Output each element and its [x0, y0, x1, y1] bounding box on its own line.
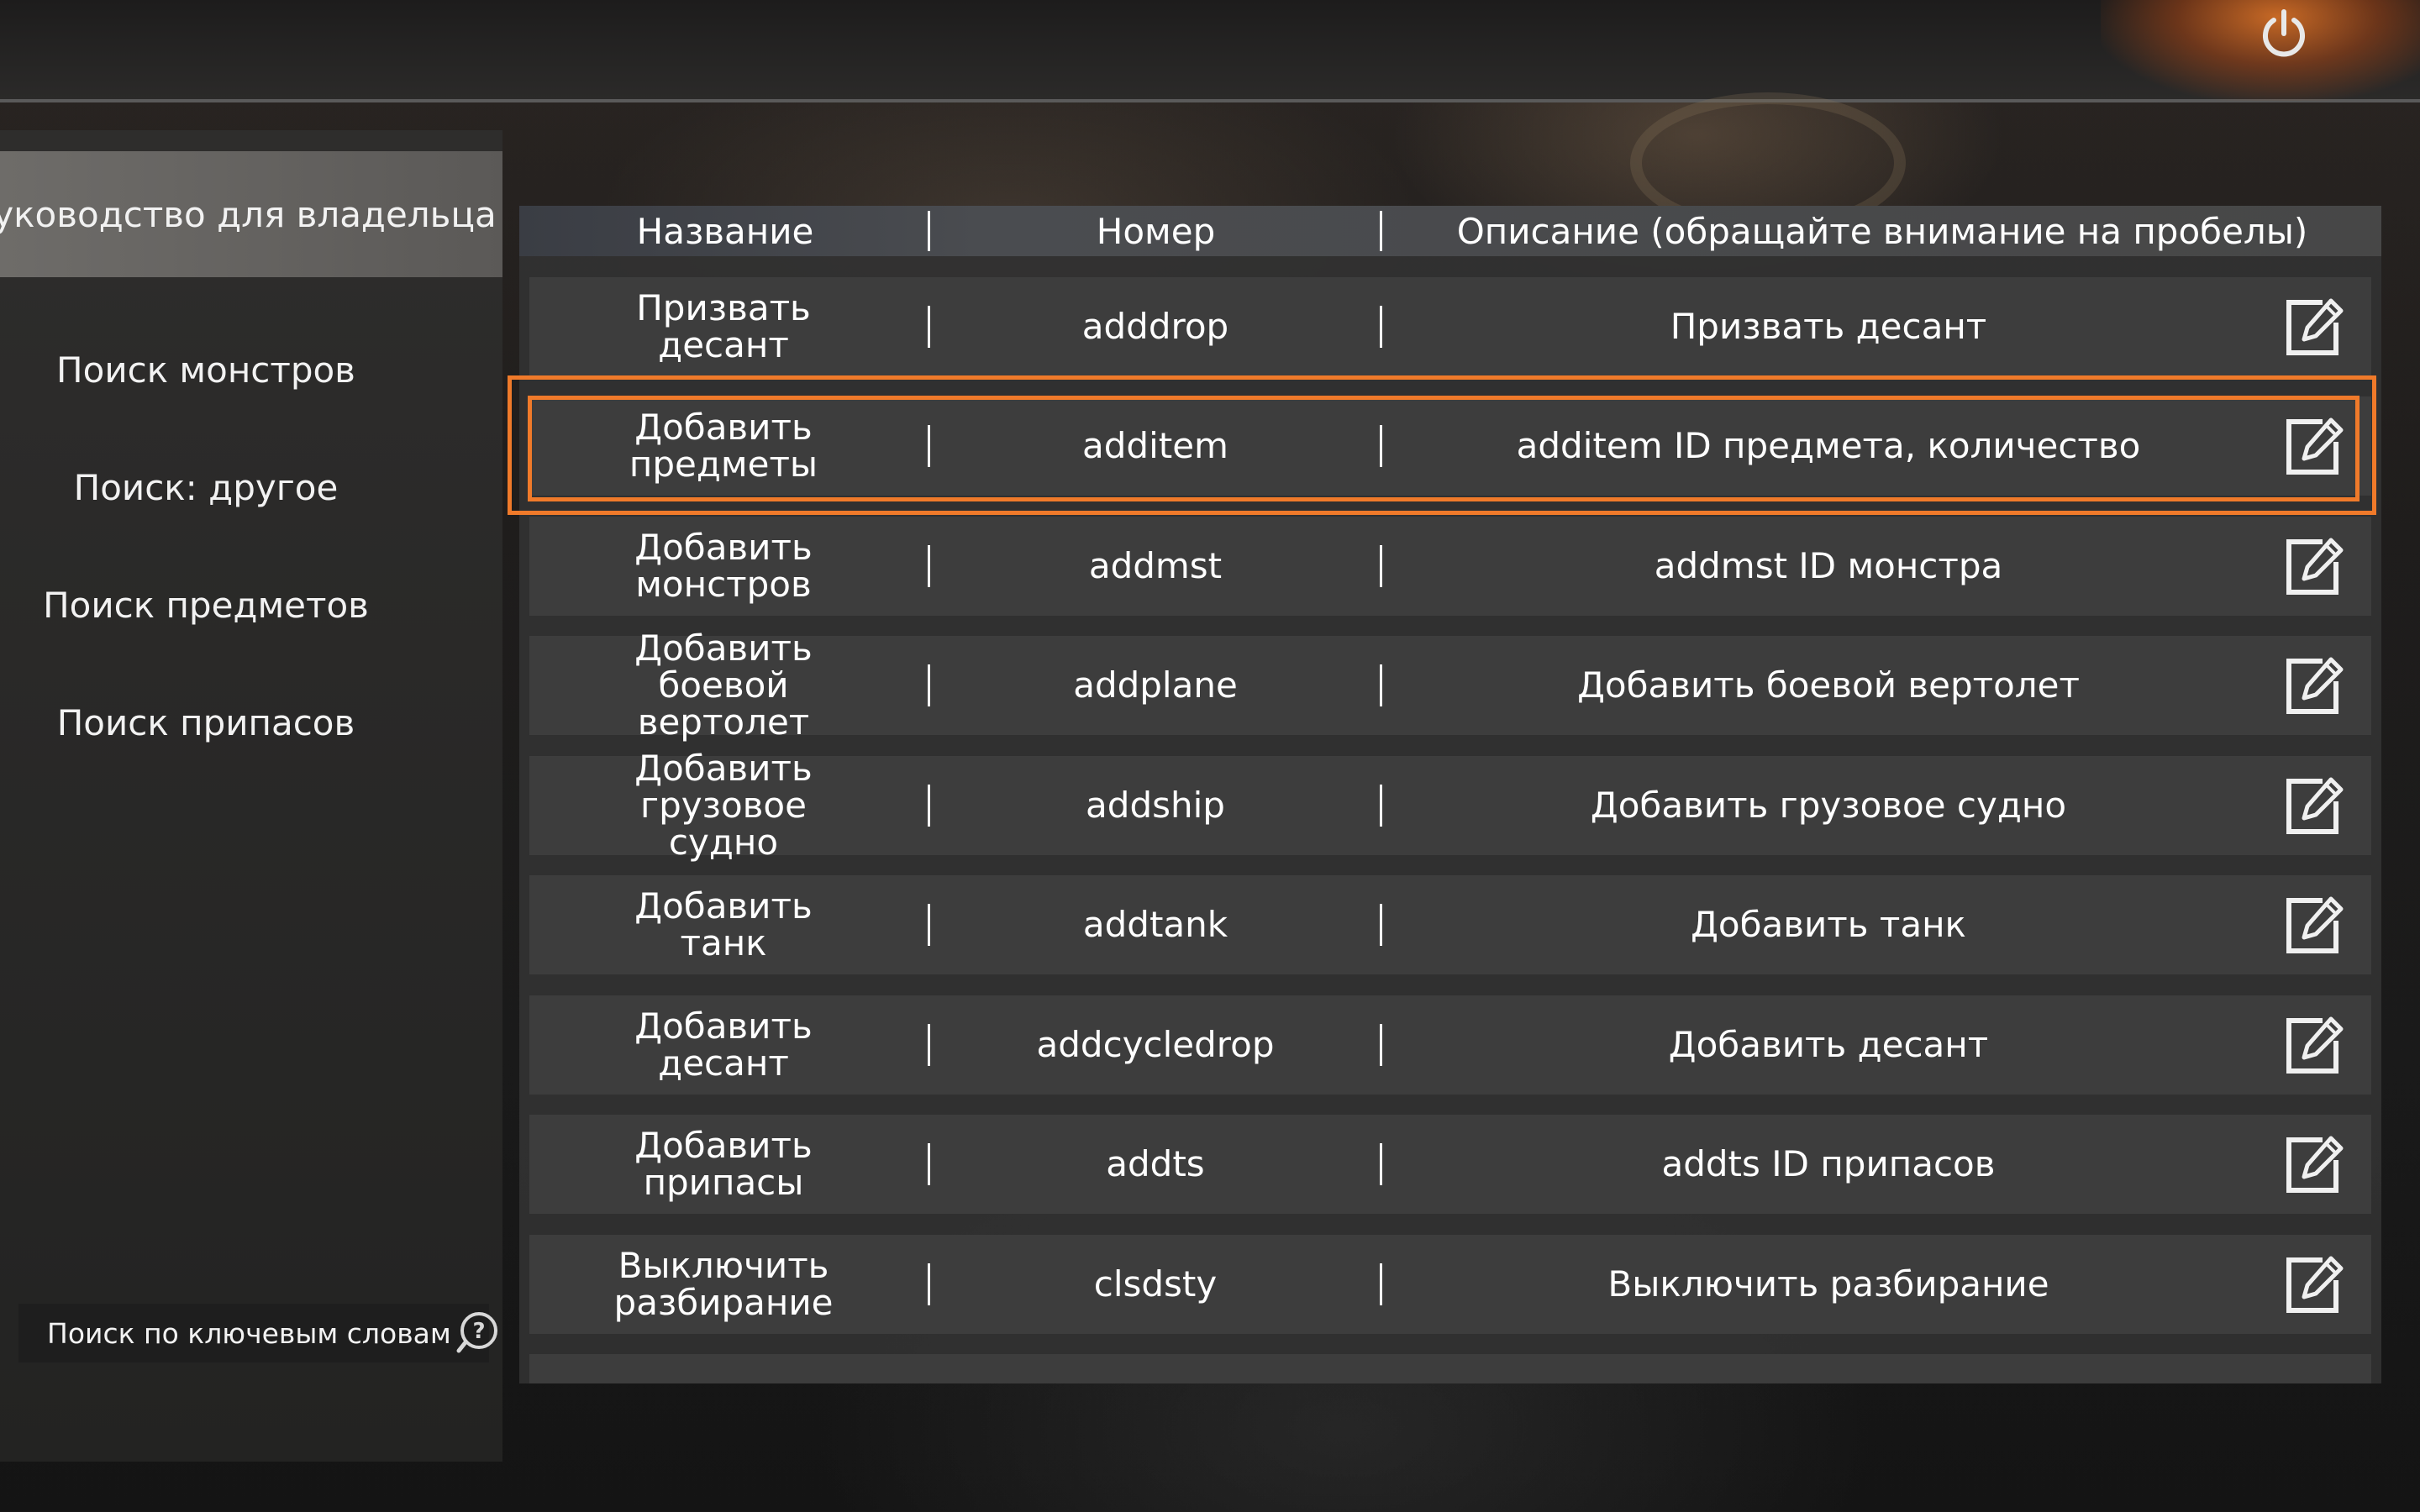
row-name: Добавить десант: [634, 1005, 813, 1084]
column-divider: [928, 1024, 930, 1066]
row-code: addtank: [1082, 904, 1228, 945]
power-icon[interactable]: [2257, 7, 2311, 60]
sidebar-item-monster-search[interactable]: Поиск монстров: [0, 319, 412, 420]
row-description: addmst ID монстра: [1654, 545, 2003, 586]
sidebar-item-label: Руководство для владельца: [0, 193, 497, 235]
edit-icon[interactable]: [2282, 1135, 2344, 1197]
table-row[interactable]: Добавить грузовое судно addship Добавить г…: [529, 748, 2371, 863]
column-header-description: Описание (обращайте внимание на пробелы): [1456, 210, 2308, 252]
table-row[interactable]: Добавить десант addcycledrop Добавить деса…: [529, 995, 2371, 1095]
help-icon[interactable]: ?: [455, 1310, 499, 1354]
row-code: addplane: [1073, 664, 1238, 706]
sidebar-item-owner-guide[interactable]: Руководство для владельца: [0, 151, 502, 277]
column-divider: [1380, 1143, 1382, 1185]
row-description: Призвать десант: [1670, 306, 1987, 347]
top-bar: [0, 0, 2420, 102]
row-description: addts ID припасов: [1661, 1143, 1996, 1184]
edit-icon[interactable]: [2282, 297, 2344, 360]
edit-icon[interactable]: [2282, 1016, 2344, 1078]
sidebar-item-label: Поиск припасов: [56, 701, 355, 743]
row-name: Добавить грузовое судно: [634, 748, 813, 863]
sidebar-item-supply-search[interactable]: Поиск припасов: [0, 672, 412, 773]
edit-icon[interactable]: [2282, 656, 2344, 718]
row-code: addmst: [1088, 545, 1223, 586]
column-header-code: Номер: [1096, 210, 1216, 252]
svg-text:?: ?: [472, 1319, 485, 1344]
column-divider: [928, 306, 930, 348]
row-code: addship: [1086, 785, 1225, 826]
table-row[interactable]: Добавить припасы addts addts ID припасов: [529, 1115, 2371, 1214]
table-row[interactable]: Добавить боевой вертолет addplane Добавить…: [529, 627, 2371, 743]
column-divider: [928, 785, 930, 827]
column-divider: [928, 1263, 930, 1305]
table-row[interactable]: Выключить разбирание clsdsty Выключить раз…: [529, 1235, 2371, 1334]
sidebar-item-label: Поиск монстров: [56, 349, 355, 391]
keyword-search-label: Поиск по ключевым словам: [47, 1316, 451, 1350]
row-description: Добавить боевой вертолет: [1577, 664, 2080, 706]
edit-icon[interactable]: [2282, 895, 2344, 958]
column-divider: [1380, 306, 1382, 348]
sidebar-item-other-search[interactable]: Поиск: другое: [0, 437, 412, 538]
column-divider: [928, 904, 930, 946]
table-row[interactable]: Добавить танк addtank Добавить танк: [529, 875, 2371, 974]
row-code: clsdsty: [1093, 1263, 1218, 1305]
column-divider: [928, 211, 930, 251]
column-divider: [1380, 664, 1382, 706]
column-divider: [928, 664, 930, 706]
column-divider: [1380, 545, 1382, 587]
table-row[interactable]: Добавить монстров addmst addmst ID монстра: [529, 517, 2371, 616]
column-divider: [928, 1143, 930, 1185]
sidebar-item-label: Поиск предметов: [43, 584, 369, 626]
column-divider: [1380, 211, 1382, 251]
row-name: Призвать десант: [636, 287, 811, 365]
table-header: Название Номер Описание (обращайте внима…: [519, 206, 2381, 256]
row-code: addts: [1106, 1143, 1205, 1184]
edit-icon[interactable]: [2282, 776, 2344, 838]
column-header-name: Название: [636, 210, 814, 252]
sidebar-item-item-search[interactable]: Поиск предметов: [0, 554, 412, 655]
row-name: Добавить монстров: [634, 527, 813, 605]
column-divider: [1380, 1024, 1382, 1066]
column-divider: [1380, 1263, 1382, 1305]
row-name: Добавить танк: [634, 885, 813, 963]
table-row[interactable]: [529, 1354, 2371, 1383]
row-description: Добавить грузовое судно: [1590, 785, 2067, 826]
keyword-search[interactable]: Поиск по ключевым словам ?: [18, 1304, 497, 1362]
row-description: Добавить танк: [1691, 904, 1966, 945]
row-code: adddrop: [1081, 306, 1229, 347]
edit-icon[interactable]: [2282, 537, 2344, 599]
row-name: Выключить разбирание: [613, 1245, 834, 1323]
row-description: Выключить разбирание: [1607, 1263, 2049, 1305]
column-divider: [1380, 785, 1382, 827]
row-name: Добавить боевой вертолет: [634, 627, 813, 743]
sidebar: Руководство для владельца Поиск монстров…: [0, 130, 502, 1462]
column-divider: [928, 545, 930, 587]
sidebar-item-label: Поиск: другое: [73, 466, 339, 508]
table-row[interactable]: Призвать десант adddrop Призвать десант: [529, 277, 2371, 376]
row-description: Добавить десант: [1668, 1024, 1989, 1065]
edit-icon[interactable]: [2282, 1255, 2344, 1317]
highlight-frame-inner: [528, 396, 2360, 501]
column-divider: [1380, 904, 1382, 946]
row-name: Добавить припасы: [634, 1125, 813, 1203]
row-code: addcycledrop: [1036, 1024, 1275, 1065]
